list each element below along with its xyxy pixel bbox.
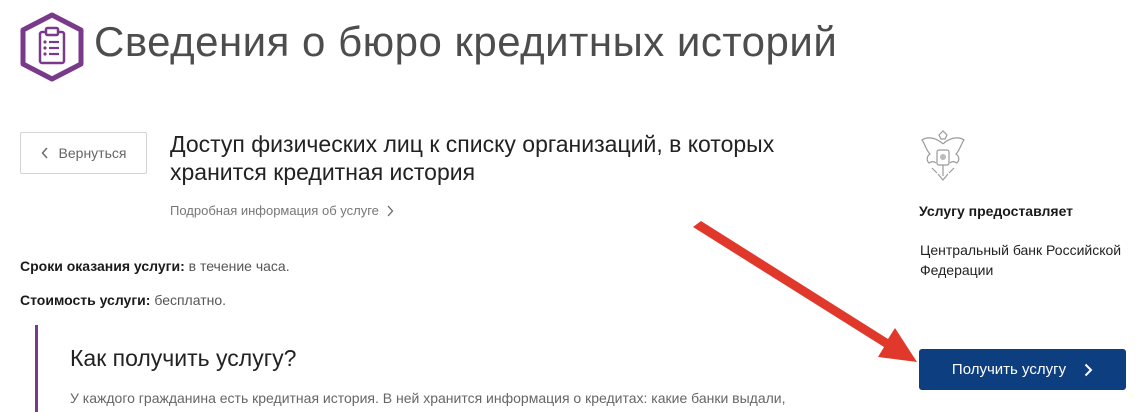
coat-of-arms-icon: [921, 130, 965, 181]
details-link-label: Подробная информация об услуге: [170, 203, 379, 218]
service-time-value: в течение часа.: [188, 258, 290, 274]
chevron-right-icon: [387, 205, 394, 216]
get-service-label: Получить услугу: [951, 361, 1067, 378]
clipboard-list-icon: [20, 12, 84, 82]
details-link[interactable]: Подробная информация об услуге: [170, 203, 394, 218]
service-title: Доступ физических лиц к списку организац…: [170, 131, 775, 185]
section-accent-bar: [35, 325, 38, 412]
service-cost-label: Стоимость услуги:: [20, 292, 151, 308]
provider-heading: Услугу предоставляет: [919, 203, 1074, 219]
back-button[interactable]: Вернуться: [20, 132, 147, 174]
service-time: Сроки оказания услуги: в течение часа.: [20, 258, 290, 274]
provider-name: Центральный банк Российской Федерации: [920, 242, 1122, 278]
howto-title: Как получить услугу?: [70, 345, 297, 371]
service-time-label: Сроки оказания услуги:: [20, 258, 185, 274]
back-button-label: Вернуться: [58, 145, 127, 161]
service-cost: Стоимость услуги: бесплатно.: [20, 292, 226, 308]
howto-text: У каждого гражданина есть кредитная исто…: [70, 390, 786, 406]
chevron-right-icon: [1084, 363, 1093, 376]
chevron-left-icon: [41, 147, 48, 159]
get-service-button[interactable]: Получить услугу: [919, 349, 1126, 390]
page-title: Сведения о бюро кредитных историй: [94, 18, 838, 65]
service-cost-value: бесплатно.: [154, 292, 227, 308]
page: Сведения о бюро кредитных историй Вернут…: [0, 0, 1148, 412]
